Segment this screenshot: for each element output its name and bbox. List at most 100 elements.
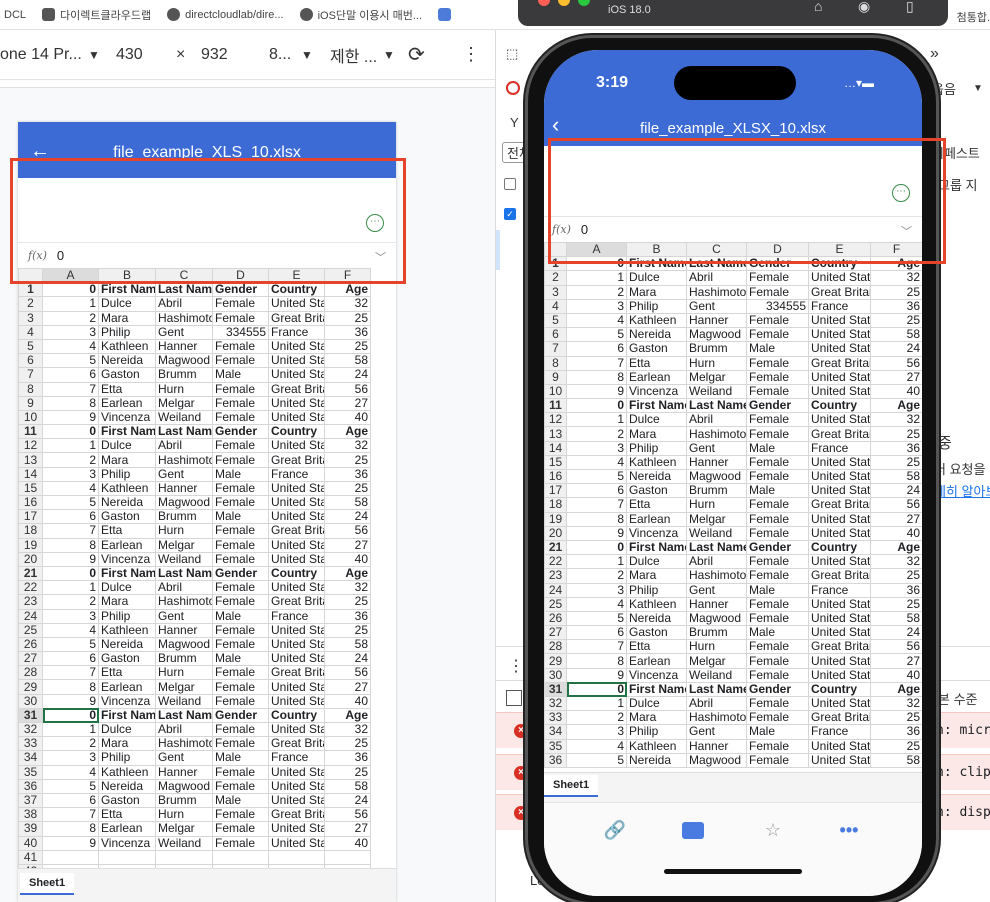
- cell-C8[interactable]: Hurn: [686, 355, 747, 371]
- cell-E2[interactable]: United States: [268, 296, 325, 312]
- cell-D35[interactable]: Female: [212, 764, 269, 780]
- cell-E36[interactable]: United States: [268, 778, 325, 794]
- cell-D40[interactable]: Female: [212, 835, 269, 851]
- cell-E1[interactable]: Country: [268, 282, 325, 298]
- row-header[interactable]: 12: [544, 412, 567, 428]
- cell-F25[interactable]: 25: [870, 596, 922, 612]
- cell-C2[interactable]: Abril: [155, 296, 213, 312]
- cell-E31[interactable]: Country: [808, 681, 871, 698]
- cell-A8[interactable]: 7: [42, 381, 99, 397]
- cell-C16[interactable]: Magwood: [686, 468, 747, 485]
- cell-D28[interactable]: Female: [746, 639, 809, 655]
- cell-F7[interactable]: 24: [324, 367, 371, 383]
- cell-B28[interactable]: Etta: [98, 665, 156, 681]
- cell-F17[interactable]: 24: [324, 509, 371, 525]
- cell-E3[interactable]: Great Britain: [268, 310, 325, 326]
- zoom-window-icon[interactable]: [578, 0, 590, 6]
- cell-F33[interactable]: 25: [870, 710, 922, 726]
- cell-E39[interactable]: United States: [268, 821, 325, 837]
- cell-D7[interactable]: Male: [212, 367, 269, 383]
- cell-E36[interactable]: United States: [808, 752, 871, 768]
- cell-D8[interactable]: Female: [212, 381, 269, 397]
- cell-E13[interactable]: Great Britain: [808, 426, 871, 442]
- column-header-B[interactable]: B: [98, 268, 156, 284]
- cell-A3[interactable]: 2: [566, 284, 627, 300]
- cell-C12[interactable]: Abril: [155, 438, 213, 454]
- cell-C9[interactable]: Melgar: [155, 395, 213, 411]
- cell-B38[interactable]: Etta: [98, 807, 156, 823]
- cell-B19[interactable]: Earlean: [626, 511, 687, 527]
- cell-E4[interactable]: France: [808, 298, 871, 314]
- cell-A20[interactable]: 9: [42, 551, 99, 567]
- cell-E5[interactable]: United States: [268, 338, 325, 355]
- cell-E33[interactable]: Great Britain: [268, 736, 325, 752]
- cell-B34[interactable]: Philip: [626, 724, 687, 740]
- row-header[interactable]: 19: [18, 537, 43, 553]
- cell-B34[interactable]: Philip: [98, 750, 156, 766]
- cell-E22[interactable]: United States: [808, 554, 871, 570]
- cell-A34[interactable]: 3: [42, 750, 99, 766]
- cell-E32[interactable]: United States: [268, 721, 325, 738]
- row-header[interactable]: 25: [18, 622, 43, 638]
- cell-B35[interactable]: Kathleen: [626, 738, 687, 754]
- cell-B21[interactable]: First Name: [626, 539, 687, 556]
- cell-B23[interactable]: Mara: [626, 568, 687, 584]
- cell-C34[interactable]: Gent: [155, 750, 213, 766]
- cell-D35[interactable]: Female: [746, 738, 809, 754]
- cell-E7[interactable]: United States: [268, 367, 325, 383]
- row-header[interactable]: 29: [544, 653, 567, 669]
- cell-B5[interactable]: Kathleen: [98, 338, 156, 355]
- cell-F12[interactable]: 32: [324, 438, 371, 454]
- cell-E33[interactable]: Great Britain: [808, 710, 871, 726]
- row-header[interactable]: 18: [544, 497, 567, 513]
- cell-D12[interactable]: Female: [746, 412, 809, 428]
- cell-A17[interactable]: 6: [566, 483, 627, 499]
- cell-F32[interactable]: 32: [324, 721, 371, 738]
- cell-C4[interactable]: Gent: [155, 324, 213, 340]
- cell-E4[interactable]: France: [268, 324, 325, 340]
- row-header[interactable]: 12: [18, 438, 43, 454]
- cell-B3[interactable]: Mara: [626, 284, 687, 300]
- row-header[interactable]: 20: [544, 525, 567, 541]
- cell-F2[interactable]: 32: [324, 296, 371, 312]
- cell-B30[interactable]: Vincenza: [98, 693, 156, 709]
- cell-E35[interactable]: United States: [268, 764, 325, 780]
- bookmark-dcl[interactable]: DCL: [4, 9, 26, 21]
- cell-F8[interactable]: 56: [324, 381, 371, 397]
- row-header[interactable]: 14: [18, 466, 43, 482]
- cell-E24[interactable]: France: [808, 582, 871, 598]
- cell-E9[interactable]: United States: [808, 369, 871, 385]
- cell-B12[interactable]: Dulce: [626, 412, 687, 428]
- cell-A22[interactable]: 1: [566, 554, 627, 570]
- cell-A27[interactable]: 6: [42, 651, 99, 667]
- cell-D17[interactable]: Male: [746, 483, 809, 499]
- cell-D29[interactable]: Female: [746, 653, 809, 669]
- filter-icon[interactable]: Y: [510, 115, 519, 130]
- cell-E19[interactable]: United States: [268, 537, 325, 553]
- cell-B2[interactable]: Dulce: [626, 270, 687, 286]
- cell-E30[interactable]: United States: [268, 693, 325, 709]
- cell-C14[interactable]: Gent: [155, 466, 213, 482]
- cell-C16[interactable]: Magwood: [155, 494, 213, 511]
- cell-E3[interactable]: Great Britain: [808, 284, 871, 300]
- row-header[interactable]: 13: [18, 452, 43, 468]
- cell-D12[interactable]: Female: [212, 438, 269, 454]
- cell-C28[interactable]: Hurn: [686, 639, 747, 655]
- cell-C22[interactable]: Abril: [686, 554, 747, 570]
- cell-C21[interactable]: Last Name: [686, 539, 747, 556]
- cell-C10[interactable]: Weiland: [155, 409, 213, 426]
- cell-E21[interactable]: Country: [268, 565, 325, 582]
- cell-D30[interactable]: Female: [746, 667, 809, 683]
- cell-A21[interactable]: 0: [42, 565, 99, 582]
- cell-D18[interactable]: Female: [746, 497, 809, 513]
- row-header[interactable]: 31: [544, 681, 567, 698]
- cell-A32[interactable]: 1: [42, 721, 99, 738]
- cell-B29[interactable]: Earlean: [626, 653, 687, 669]
- cell-F5[interactable]: 25: [324, 338, 371, 355]
- row-header[interactable]: 37: [18, 792, 43, 809]
- row-header[interactable]: 27: [18, 651, 43, 667]
- cell-B24[interactable]: Philip: [626, 582, 687, 598]
- cell-C27[interactable]: Brumm: [155, 651, 213, 667]
- row-header[interactable]: 9: [18, 395, 43, 411]
- cell-C13[interactable]: Hashimoto: [686, 426, 747, 442]
